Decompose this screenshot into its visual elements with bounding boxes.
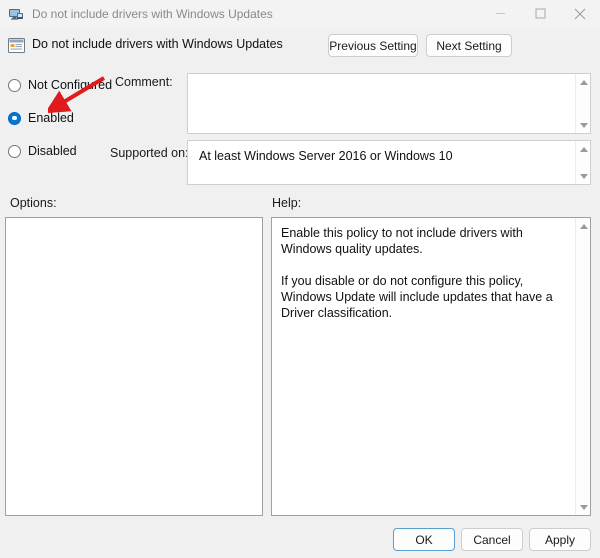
comment-input[interactable] xyxy=(187,73,591,134)
radio-indicator-not-configured xyxy=(8,78,21,92)
page-title: Do not include drivers with Windows Upda… xyxy=(32,37,283,51)
policy-state-radio-group: Not Configured Enabled Disabled xyxy=(8,74,112,173)
help-panel[interactable]: Enable this policy to not include driver… xyxy=(271,217,591,516)
radio-label-disabled: Disabled xyxy=(28,144,77,158)
supported-on-scrollbar[interactable] xyxy=(575,141,590,184)
radio-not-configured[interactable]: Not Configured xyxy=(8,74,112,96)
radio-disabled[interactable]: Disabled xyxy=(8,140,112,162)
cancel-button[interactable]: Cancel xyxy=(461,528,523,551)
radio-label-enabled: Enabled xyxy=(28,111,74,125)
radio-label-not-configured: Not Configured xyxy=(28,78,113,92)
help-scrollbar[interactable] xyxy=(575,218,590,515)
title-bar: Do not include drivers with Windows Upda… xyxy=(0,0,600,27)
help-text: Enable this policy to not include driver… xyxy=(281,225,564,321)
help-label: Help: xyxy=(272,196,302,210)
radio-enabled[interactable]: Enabled xyxy=(8,107,112,129)
policy-monitor-icon xyxy=(8,6,24,22)
radio-indicator-disabled xyxy=(8,144,21,158)
scroll-up-icon[interactable] xyxy=(576,75,590,89)
options-label: Options: xyxy=(10,196,57,210)
group-policy-setting-icon xyxy=(8,37,25,54)
scroll-down-icon[interactable] xyxy=(576,118,590,132)
policy-header: Do not include drivers with Windows Upda… xyxy=(0,33,600,63)
comment-scrollbar[interactable] xyxy=(575,74,590,133)
minimize-icon[interactable] xyxy=(480,0,520,27)
scroll-down-icon[interactable] xyxy=(576,169,590,183)
radio-indicator-enabled xyxy=(8,111,21,125)
scroll-down-icon[interactable] xyxy=(576,500,590,514)
scroll-up-icon[interactable] xyxy=(576,219,590,233)
supported-on-field: At least Windows Server 2016 or Windows … xyxy=(187,140,591,185)
window-controls xyxy=(480,0,600,27)
supported-on-label: Supported on: xyxy=(110,146,189,160)
next-setting-button[interactable]: Next Setting xyxy=(426,34,512,57)
scroll-up-icon[interactable] xyxy=(576,142,590,156)
window-title: Do not include drivers with Windows Upda… xyxy=(32,6,273,21)
ok-button[interactable]: OK xyxy=(393,528,455,551)
apply-button[interactable]: Apply xyxy=(529,528,591,551)
help-paragraph: If you disable or do not configure this … xyxy=(281,274,553,320)
maximize-icon[interactable] xyxy=(520,0,560,27)
comment-label: Comment: xyxy=(115,75,173,89)
supported-on-value: At least Windows Server 2016 or Windows … xyxy=(199,149,453,163)
previous-setting-button[interactable]: Previous Setting xyxy=(328,34,418,57)
close-icon[interactable] xyxy=(560,0,600,27)
options-panel[interactable] xyxy=(5,217,263,516)
help-paragraph: Enable this policy to not include driver… xyxy=(281,226,523,256)
